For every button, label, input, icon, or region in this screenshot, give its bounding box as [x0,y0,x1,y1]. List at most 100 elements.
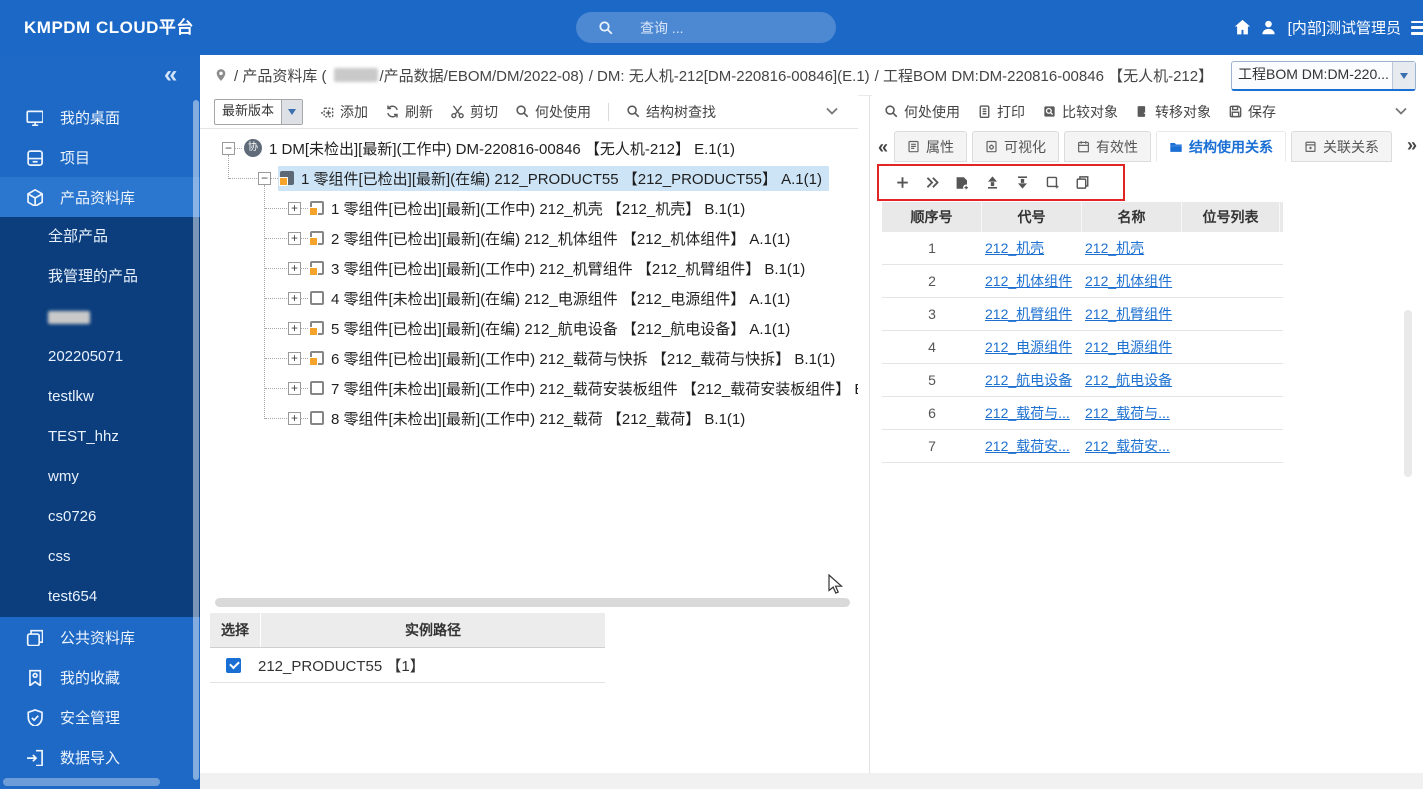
tree-toolbar-refresh-button[interactable]: 刷新 [385,102,433,122]
sidebar-subitem[interactable]: 我管理的产品 [0,257,200,297]
version-select[interactable]: 最新版本 [214,98,304,125]
tree-expander-plus[interactable]: + [288,261,301,275]
sidebar-item-stack[interactable]: 公共资料库 [0,617,200,657]
sidebar-subitem[interactable]: css [0,537,200,577]
tree-expander-plus[interactable]: + [288,381,301,395]
usage-name-link[interactable]: 212_航电设备 [1085,372,1172,388]
tab-assoc[interactable]: 关联关系 [1291,131,1393,162]
usage-name-link[interactable]: 212_电源组件 [1085,339,1172,355]
tree-row[interactable]: + 1 零组件[已检出][最新](工作中) 212_机壳 【212_机壳】 B.… [288,193,752,223]
tree-expander-plus[interactable]: + [288,201,301,215]
usage-name-link[interactable]: 212_机臂组件 [1085,306,1172,322]
tree-toolbar-addnode-button[interactable]: 添加 [320,102,368,122]
chevron-down-icon[interactable] [281,99,303,124]
tree-toolbar-cut-button[interactable]: 剪切 [450,102,498,122]
tree-expander-minus[interactable]: − [222,141,235,155]
tree-row[interactable]: + 4 零组件[未检出][最新](在编) 212_电源组件 【212_电源组件】… [288,283,797,313]
global-search-input[interactable]: 查询 ... [576,12,836,43]
usage-name-link[interactable]: 212_载荷安... [1085,438,1170,454]
copy-icon[interactable] [1074,175,1090,191]
usage-name-link[interactable]: 212_机壳 [1085,240,1144,256]
detail-toolbar-collapse-icon[interactable] [1393,103,1409,119]
tree-expander-plus[interactable]: + [288,411,301,425]
sidebar-item-cube[interactable]: 产品资料库 [0,177,200,217]
tree-horizontal-scrollbar[interactable] [215,598,850,607]
usage-code-link[interactable]: 212_机壳 [985,240,1044,256]
home-icon[interactable] [1230,15,1256,41]
tab-usage[interactable]: 结构使用关系 [1156,131,1287,162]
tree-expander-plus[interactable]: + [288,291,301,305]
usage-code-link[interactable]: 212_机体组件 [985,273,1072,289]
sidebar-item-bookmark[interactable]: 我的收藏 [0,657,200,697]
current-user-label[interactable]: [内部]测试管理员 [1288,17,1401,38]
tree-row[interactable]: + 7 零组件[未检出][最新](工作中) 212_载荷安装板组件 【212_载… [288,373,858,403]
detail-toolbar-mag-button[interactable]: 何处使用 [884,102,960,122]
tree-expander-minus[interactable]: − [258,171,271,185]
tree-toolbar-collapse-icon[interactable] [824,103,840,119]
usage-code-link[interactable]: 212_机臂组件 [985,306,1072,322]
tree-row[interactable]: + 5 零组件[已检出][最新](在编) 212_航电设备 【212_航电设备】… [288,313,797,343]
sidebar-subitem[interactable]: testlkw [0,377,200,417]
tree-toolbar-mag-button[interactable]: 何处使用 [515,102,591,122]
copy-new-icon[interactable] [1044,175,1060,191]
sidebar-item-shield[interactable]: 安全管理 [0,697,200,737]
menu-icon[interactable] [1411,20,1423,35]
tree-guide-line [265,298,287,299]
sidebar-subitem[interactable]: wmy [0,457,200,497]
sidebar-subitem[interactable]: TEST_hhz [0,417,200,457]
usage-code-link[interactable]: 212_载荷与... [985,405,1070,421]
tree-row[interactable]: + 3 零组件[已检出][最新](工作中) 212_机臂组件 【212_机臂组件… [288,253,812,283]
sidebar-horizontal-scrollbar[interactable] [3,778,160,786]
sidebar-item-import[interactable]: 数据导入 [0,737,200,777]
usage-code-link[interactable]: 212_载荷安... [985,438,1070,454]
detail-toolbar-transfer-button[interactable]: 转移对象 [1135,102,1211,122]
tree-search-button[interactable]: 结构树查找 [626,102,716,122]
user-icon[interactable] [1256,15,1282,41]
move-up-icon[interactable] [984,175,1000,191]
expand-all-icon[interactable] [924,175,940,191]
sidebar-subitem[interactable]: test654 [0,577,200,617]
breadcrumb-segment[interactable]: / DM: 无人机-212[DM-220816-00846](E.1) [589,65,870,86]
sidebar-item-label: 数据导入 [60,749,121,767]
tab-viz[interactable]: 可视化 [972,131,1060,162]
tabs-prev-icon[interactable]: « [876,137,894,162]
context-bom-dropdown[interactable]: 工程BOM DM:DM-220... [1231,61,1416,91]
instance-checkbox[interactable] [226,657,241,673]
sidebar-item-desktop[interactable]: 我的桌面 [0,97,200,137]
sidebar-subitem[interactable]: 202205071 [0,337,200,377]
sidebar-subitem-redacted[interactable] [0,297,200,337]
breadcrumb-segment[interactable]: / 产品资料库 ( [234,65,327,86]
usage-name-link[interactable]: 212_机体组件 [1085,273,1172,289]
sidebar-subitem[interactable]: cs0726 [0,497,200,537]
usage-code-link[interactable]: 212_航电设备 [985,372,1072,388]
usage-table: 顺序号 代号 名称 位号列表 1 212_机壳 212_机壳 2 212_机体组件 2… [882,202,1283,463]
breadcrumb-segment[interactable]: / 工程BOM DM:DM-220816-00846 【无人机-212】 [875,65,1213,86]
paste-icon[interactable] [954,175,970,191]
tree-expander-plus[interactable]: + [288,351,301,365]
detail-toolbar-save-button[interactable]: 保存 [1228,102,1276,122]
add-icon[interactable] [894,175,910,191]
detail-vertical-scrollbar[interactable] [1404,310,1412,477]
tab-attr[interactable]: 属性 [894,131,968,162]
sidebar-vertical-scrollbar[interactable] [193,100,199,780]
tree-row[interactable]: − 1 零组件[已检出][最新](在编) 212_PRODUCT55 【212_… [258,163,829,193]
assoc-icon [1304,140,1317,153]
sidebar-item-project[interactable]: 项目 [0,137,200,177]
chevron-down-icon[interactable] [1392,62,1415,89]
detail-toolbar-print-button[interactable]: 打印 [977,102,1025,122]
move-down-icon[interactable] [1014,175,1030,191]
tab-valid[interactable]: 有效性 [1064,131,1152,162]
breadcrumb-segment[interactable]: /产品数据/EBOM/DM/2022-08) [380,65,584,86]
usage-name-link[interactable]: 212_载荷与... [1085,405,1170,421]
sidebar-collapse-icon[interactable]: « [164,63,177,87]
tree-row[interactable]: + 8 零组件[未检出][最新](工作中) 212_载荷 【212_载荷】 B.… [288,403,752,433]
detail-toolbar-compare-button[interactable]: 比较对象 [1042,102,1118,122]
tree-expander-plus[interactable]: + [288,231,301,245]
tabs-next-icon[interactable]: » [1407,135,1417,156]
usage-code-link[interactable]: 212_电源组件 [985,339,1072,355]
tree-expander-plus[interactable]: + [288,321,301,335]
tree-row[interactable]: + 6 零组件[已检出][最新](工作中) 212_载荷与快拆 【212_载荷与… [288,343,842,373]
tree-row[interactable]: + 2 零组件[已检出][最新](在编) 212_机体组件 【212_机体组件】… [288,223,797,253]
tree-row[interactable]: − 协 1 DM[未检出][最新](工作中) DM-220816-00846 【无… [222,133,742,163]
sidebar-subitem[interactable]: 全部产品 [0,217,200,257]
